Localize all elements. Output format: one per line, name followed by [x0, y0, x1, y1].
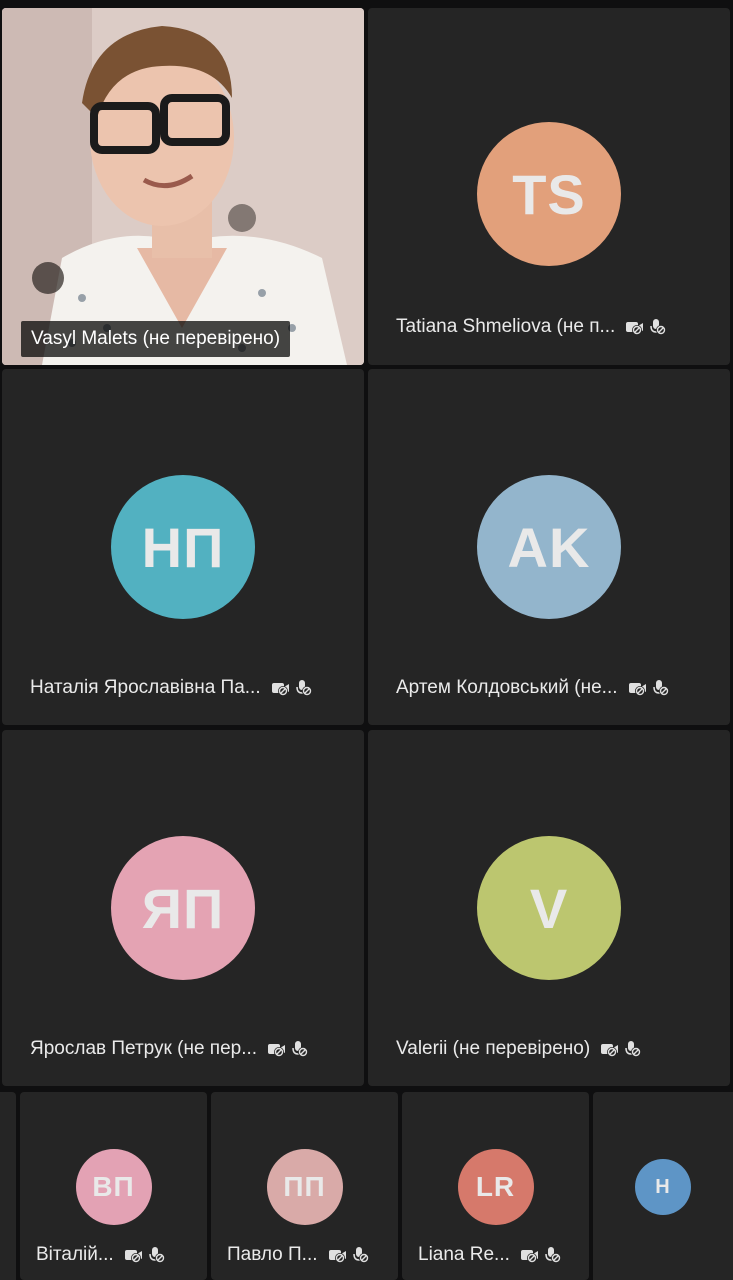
participant-video-feed — [2, 8, 364, 365]
participant-avatar: НП — [111, 475, 255, 619]
participant-tile[interactable]: V Valerii (не перевірено) — [368, 730, 730, 1086]
participant-name-row: Наталія Ярославівна Па... — [30, 677, 346, 699]
mic-off-icon — [148, 1246, 166, 1264]
strip-participant-tile[interactable]: ПП Павло П... — [211, 1092, 398, 1280]
participant-name: Tatiana Shmeliova (не п... — [396, 316, 616, 337]
camera-off-icon — [124, 1247, 143, 1263]
participant-avatar: ПП — [266, 1149, 343, 1225]
strip-participant-tile[interactable]: LR Liana Re... — [402, 1092, 589, 1280]
mic-off-icon — [545, 1246, 562, 1264]
participant-tile[interactable]: AK Артем Колдовський (не... — [368, 369, 730, 725]
participant-tile[interactable]: НП Наталія Ярославівна Па... — [2, 369, 364, 725]
mic-off-icon — [292, 1040, 309, 1058]
strip-participant-tile[interactable]: H — [593, 1092, 733, 1280]
participant-name: Ярослав Петрук (не пер... — [30, 1038, 258, 1059]
camera-off-icon — [625, 319, 644, 335]
mic-off-icon — [650, 318, 667, 336]
participant-name: Артем Колдовський (не... — [396, 677, 618, 698]
participant-name: Liana Re... — [418, 1244, 510, 1265]
participant-name: Valerii (не перевірено) — [396, 1038, 591, 1059]
mic-off-icon — [295, 679, 313, 697]
participant-name-row: Артем Колдовський (не... — [396, 677, 712, 699]
mic-off-icon — [652, 679, 670, 697]
participant-name-label: Vasyl Malets (не перевірено) — [21, 321, 291, 357]
camera-off-icon — [271, 680, 290, 696]
participant-name: Наталія Ярославівна Па... — [30, 677, 261, 698]
meeting-grid: Vasyl Malets (не перевірено) TS Tatiana … — [0, 0, 733, 1280]
strip-participant-tile[interactable]: ВП Віталій... — [20, 1092, 207, 1280]
participant-name-row: Павло П... — [227, 1244, 388, 1266]
participant-avatar: ВП — [75, 1149, 152, 1225]
participant-tile-video[interactable]: Vasyl Malets (не перевірено) — [2, 8, 364, 365]
participant-name-row: Valerii (не перевірено) — [396, 1038, 712, 1060]
participant-name-row: Liana Re... — [418, 1244, 579, 1266]
participant-tile[interactable]: TS Tatiana Shmeliova (не п... — [368, 8, 730, 365]
camera-off-icon — [328, 1247, 347, 1263]
participant-avatar: H — [635, 1159, 691, 1215]
participant-avatar: LR — [457, 1149, 534, 1225]
participant-name-row: Tatiana Shmeliova (не п... — [396, 316, 712, 338]
participant-name-row: Віталій... — [36, 1244, 197, 1266]
mic-off-icon — [625, 1040, 642, 1058]
participant-avatar: AK — [477, 475, 621, 619]
camera-off-icon — [600, 1041, 619, 1057]
participant-name: Віталій... — [36, 1244, 114, 1265]
participant-avatar: TS — [477, 122, 621, 266]
mic-off-icon — [352, 1246, 370, 1264]
participant-avatar: ЯП — [111, 836, 255, 980]
camera-off-icon — [628, 680, 647, 696]
participant-name: Павло П... — [227, 1244, 318, 1265]
participant-name-row: Ярослав Петрук (не пер... — [30, 1038, 346, 1060]
participant-tile[interactable]: ЯП Ярослав Петрук (не пер... — [2, 730, 364, 1086]
strip-tile-partial[interactable] — [0, 1092, 16, 1280]
participant-avatar: V — [477, 836, 621, 980]
camera-off-icon — [520, 1247, 539, 1263]
camera-off-icon — [267, 1041, 286, 1057]
